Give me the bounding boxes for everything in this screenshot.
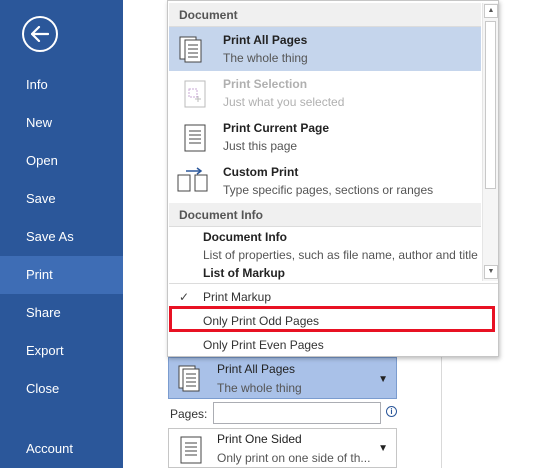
menu-item-title: Print All Pages xyxy=(223,33,308,47)
current-page-icon xyxy=(177,123,211,158)
nav-save[interactable]: Save xyxy=(0,180,123,218)
menu-item-print-selection: Print Selection Just what you selected xyxy=(169,71,481,115)
print-range-title: Print All Pages xyxy=(217,362,296,376)
pages-input[interactable] xyxy=(213,402,381,424)
dropdown-arrow-icon: ▼ xyxy=(378,443,388,454)
all-pages-icon xyxy=(177,35,211,70)
scroll-up-button[interactable]: ▲ xyxy=(484,4,498,18)
custom-print-icon xyxy=(177,167,211,202)
menu-item-subtitle: Type specific pages, sections or ranges xyxy=(223,183,434,197)
nav-export[interactable]: Export xyxy=(0,332,123,370)
menu-item-subtitle: Just what you selected xyxy=(223,95,345,109)
backstage-sidebar: Info New Open Save Save As Print Share E… xyxy=(0,0,123,468)
print-range-dropdown[interactable]: Print All Pages The whole thing ▼ xyxy=(168,357,397,399)
back-button[interactable] xyxy=(22,16,58,52)
option-label: Only Print Even Pages xyxy=(203,338,324,352)
section-header-document-info: Document Info xyxy=(169,203,481,227)
highlight-annotation xyxy=(169,306,495,332)
menu-item-title: Custom Print xyxy=(223,165,299,179)
sided-title: Print One Sided xyxy=(217,432,302,446)
print-range-menu: Document Print All Pages The whole thing xyxy=(167,0,499,357)
menu-item-title: List of Markup xyxy=(203,266,286,280)
menu-separator xyxy=(169,283,498,284)
nav-share[interactable]: Share xyxy=(0,294,123,332)
selection-icon xyxy=(177,79,211,114)
menu-item-subtitle: List of properties, such as file name, a… xyxy=(203,248,478,262)
all-pages-icon xyxy=(177,364,207,399)
menu-item-custom-print[interactable]: Custom Print Type specific pages, sectio… xyxy=(169,159,481,203)
menu-item-list-of-markup[interactable]: List of Markup xyxy=(169,266,481,282)
sided-subtitle: Only print on one side of th... xyxy=(217,451,371,465)
menu-item-subtitle: Just this page xyxy=(223,139,298,153)
nav-print[interactable]: Print xyxy=(0,256,123,294)
nav-open[interactable]: Open xyxy=(0,142,123,180)
menu-item-document-info[interactable]: Document Info List of properties, such a… xyxy=(169,230,481,266)
sided-dropdown[interactable]: Print One Sided Only print on one side o… xyxy=(168,428,397,468)
menu-item-title: Print Current Page xyxy=(223,121,330,135)
option-only-print-even-pages[interactable]: Only Print Even Pages xyxy=(169,333,498,357)
nav-close[interactable]: Close xyxy=(0,370,123,408)
back-arrow-icon xyxy=(31,26,49,42)
scroll-thumb[interactable] xyxy=(485,21,496,189)
nav-info[interactable]: Info xyxy=(0,66,123,104)
menu-item-title: Document Info xyxy=(203,230,287,244)
one-sided-icon xyxy=(177,435,207,470)
menu-item-title: Print Selection xyxy=(223,77,308,91)
dropdown-arrow-icon: ▼ xyxy=(378,374,388,385)
menu-item-print-all-pages[interactable]: Print All Pages The whole thing xyxy=(169,27,481,71)
menu-item-print-current-page[interactable]: Print Current Page Just this page xyxy=(169,115,481,159)
info-icon[interactable]: i xyxy=(386,406,397,417)
section-header-document: Document xyxy=(169,3,481,27)
nav-save-as[interactable]: Save As xyxy=(0,218,123,256)
scroll-down-button[interactable]: ▼ xyxy=(484,265,498,279)
nav-account[interactable]: Account xyxy=(0,430,123,468)
print-range-subtitle: The whole thing xyxy=(217,381,302,395)
pages-label: Pages: xyxy=(170,407,208,421)
nav-new[interactable]: New xyxy=(0,104,123,142)
menu-scrollbar[interactable]: ▲ ▼ xyxy=(482,3,498,281)
menu-item-subtitle: The whole thing xyxy=(223,51,308,65)
